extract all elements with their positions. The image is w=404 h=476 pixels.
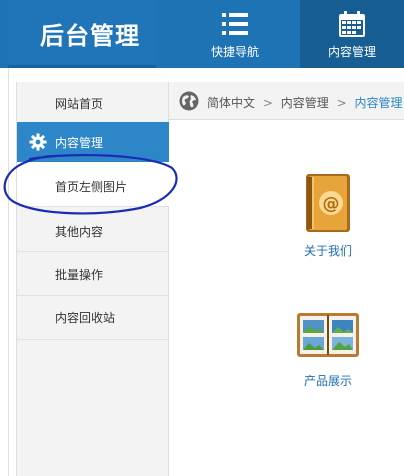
sidebar-item-label: 网站首页 (55, 97, 104, 111)
calendar-icon (339, 11, 365, 37)
breadcrumb-item-current: 内容管理 (354, 96, 403, 110)
list-icon (222, 13, 248, 35)
nav-content-management[interactable]: 内容管理 (300, 0, 404, 68)
sidebar-item-home[interactable]: 网站首页 (17, 82, 169, 126)
breadcrumb-trail: 简体中文 > 内容管理 > 内容管理 (207, 94, 402, 111)
nav-quick-label: 快捷导航 (210, 45, 259, 59)
top-header: 后台管理 快捷导航 内容管理 (0, 0, 404, 68)
sidebar-item-label: 首页左侧图片 (55, 180, 128, 194)
sidebar-item-label: 批量操作 (55, 268, 104, 282)
photo-album-icon (297, 313, 359, 357)
brand-title: 后台管理 (40, 22, 140, 50)
svg-text:@: @ (323, 194, 340, 214)
admin-page: 后台管理 快捷导航 内容管理 网站首页 内容管理 首页左侧图片 其他内容 批量操… (0, 0, 404, 476)
globe-icon (179, 91, 199, 111)
tile-label: 关于我们 (303, 244, 352, 258)
sidebar-item-label: 内容管理 (55, 136, 104, 150)
breadcrumb-separator: > (262, 96, 273, 110)
sidebar-item-content-management[interactable]: 内容管理 (17, 122, 169, 162)
sidebar-item-batch-operations[interactable]: 批量操作 (17, 252, 169, 296)
sidebar-item-label: 其他内容 (55, 225, 104, 239)
sidebar-item-label: 内容回收站 (55, 311, 116, 325)
nav-content-label: 内容管理 (327, 45, 376, 59)
nav-quick-navigation[interactable]: 快捷导航 (183, 0, 287, 68)
sidebar-item-home-left-image[interactable]: 首页左侧图片 (17, 162, 169, 207)
breadcrumb-item-language[interactable]: 简体中文 (207, 96, 255, 110)
gear-icon (29, 133, 47, 151)
tile-label: 产品展示 (303, 374, 352, 388)
address-book-icon: @ (306, 174, 350, 232)
sidebar-item-other-content[interactable]: 其他内容 (17, 207, 169, 252)
breadcrumb-item-section[interactable]: 内容管理 (281, 96, 329, 110)
sidebar-item-recycle-bin[interactable]: 内容回收站 (17, 296, 169, 340)
sidebar: 网站首页 内容管理 首页左侧图片 其他内容 批量操作 内容回收站 (16, 82, 169, 476)
brand-area: 后台管理 (8, 0, 156, 68)
breadcrumb-separator: > (336, 96, 347, 110)
left-divider (8, 68, 9, 476)
tile-about-us[interactable]: @ 关于我们 (278, 172, 378, 259)
tile-products[interactable]: 产品展示 (278, 312, 378, 389)
breadcrumb: 简体中文 > 内容管理 > 内容管理 (169, 82, 404, 120)
